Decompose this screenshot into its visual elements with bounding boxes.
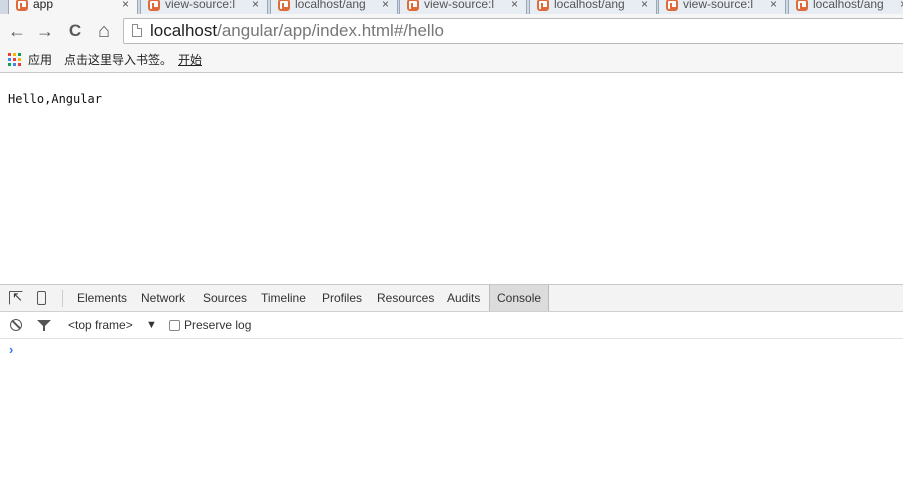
chevron-down-icon[interactable]: ▼	[146, 312, 157, 339]
apps-grid-icon[interactable]	[8, 53, 21, 66]
bookmarks-bar: 应用 点击这里导入书签。 开始	[0, 48, 903, 73]
device-mode-icon[interactable]	[37, 291, 46, 305]
apps-grid-dot	[8, 58, 11, 61]
inspect-element-icon[interactable]	[9, 289, 23, 305]
page-text: Hello,Angular	[8, 92, 102, 106]
close-icon[interactable]: ×	[641, 0, 648, 13]
html5-favicon-icon	[666, 0, 678, 11]
close-icon[interactable]: ×	[122, 0, 129, 13]
tab-view-source-2[interactable]: view-source:l ×	[399, 0, 527, 14]
apps-grid-dot	[13, 63, 16, 66]
console-prompt[interactable]: ›	[9, 342, 13, 357]
tab-sources[interactable]: Sources	[196, 285, 254, 311]
url-text[interactable]: localhost/angular/app/index.html#/hello	[150, 19, 444, 43]
page-icon	[132, 24, 142, 37]
tab-elements[interactable]: Elements	[70, 285, 134, 311]
clear-console-icon[interactable]	[10, 319, 22, 331]
html5-favicon-icon	[796, 0, 808, 11]
tab-audits[interactable]: Audits	[440, 285, 487, 311]
browser-toolbar: ← → C ⌂ localhost/angular/app/index.html…	[0, 14, 903, 48]
reload-icon[interactable]: C	[65, 21, 85, 41]
apps-grid-dot	[13, 58, 16, 61]
tab-title: view-source:l	[424, 0, 494, 11]
tab-view-source-1[interactable]: view-source:l ×	[140, 0, 268, 14]
apps-grid-dot	[13, 53, 16, 56]
apps-grid-dot	[18, 58, 21, 61]
filter-icon[interactable]	[37, 320, 51, 331]
tab-title: app	[33, 0, 54, 11]
html5-favicon-icon	[148, 0, 160, 11]
close-icon[interactable]: ×	[511, 0, 518, 13]
close-icon[interactable]: ×	[382, 0, 389, 13]
apps-grid-dot	[18, 53, 21, 56]
apps-grid-dot	[8, 63, 11, 66]
bookmark-import-hint: 点击这里导入书签。	[64, 53, 173, 67]
url-path: /angular/app/index.html#/hello	[217, 21, 444, 40]
tab-profiles[interactable]: Profiles	[315, 285, 369, 311]
console-filter-bar: <top frame> ▼ Preserve log	[0, 312, 903, 339]
page-content: Hello,Angular	[0, 73, 903, 284]
preserve-log-label: Preserve log	[184, 318, 252, 332]
devtools-panel: Elements Network Sources Timeline Profil…	[0, 284, 903, 496]
home-icon[interactable]: ⌂	[94, 21, 114, 41]
bookmark-start-link[interactable]: 开始	[178, 48, 202, 72]
tab-network[interactable]: Network	[134, 285, 192, 311]
html5-favicon-icon	[537, 0, 549, 11]
divider	[62, 290, 63, 307]
tab-localhost-2[interactable]: localhost/ang ×	[529, 0, 657, 14]
tab-localhost-3[interactable]: localhost/ang ×	[788, 0, 903, 14]
bookmark-apps[interactable]: 应用	[28, 48, 52, 72]
apps-grid-dot	[18, 63, 21, 66]
close-icon[interactable]: ×	[252, 0, 259, 13]
html5-favicon-icon	[16, 0, 28, 11]
tab-title: view-source:l	[683, 0, 753, 11]
tab-title: view-source:l	[165, 0, 235, 11]
tab-strip: app × view-source:l × localhost/ang × vi…	[0, 0, 903, 14]
devtools-tabbar: Elements Network Sources Timeline Profil…	[0, 285, 903, 312]
tab-title: localhost/ang	[295, 0, 365, 11]
back-icon[interactable]: ←	[7, 21, 27, 41]
apps-grid-dot	[8, 53, 11, 56]
address-bar[interactable]: localhost/angular/app/index.html#/hello	[123, 18, 903, 44]
preserve-log-checkbox[interactable]	[169, 320, 180, 331]
html5-favicon-icon	[407, 0, 419, 11]
html5-favicon-icon	[278, 0, 290, 11]
forward-icon[interactable]: →	[35, 21, 55, 41]
tab-title: localhost/ang	[554, 0, 624, 11]
close-icon[interactable]: ×	[770, 0, 777, 13]
tab-console[interactable]: Console	[489, 285, 550, 311]
tab-view-source-3[interactable]: view-source:l ×	[658, 0, 786, 14]
tab-localhost-1[interactable]: localhost/ang ×	[270, 0, 398, 14]
tab-resources[interactable]: Resources	[370, 285, 441, 311]
frame-select[interactable]: <top frame>	[68, 312, 133, 339]
tab-app[interactable]: app ×	[8, 0, 138, 14]
tab-title: localhost/ang	[813, 0, 883, 11]
tab-timeline[interactable]: Timeline	[254, 285, 313, 311]
url-host: localhost	[150, 21, 218, 40]
